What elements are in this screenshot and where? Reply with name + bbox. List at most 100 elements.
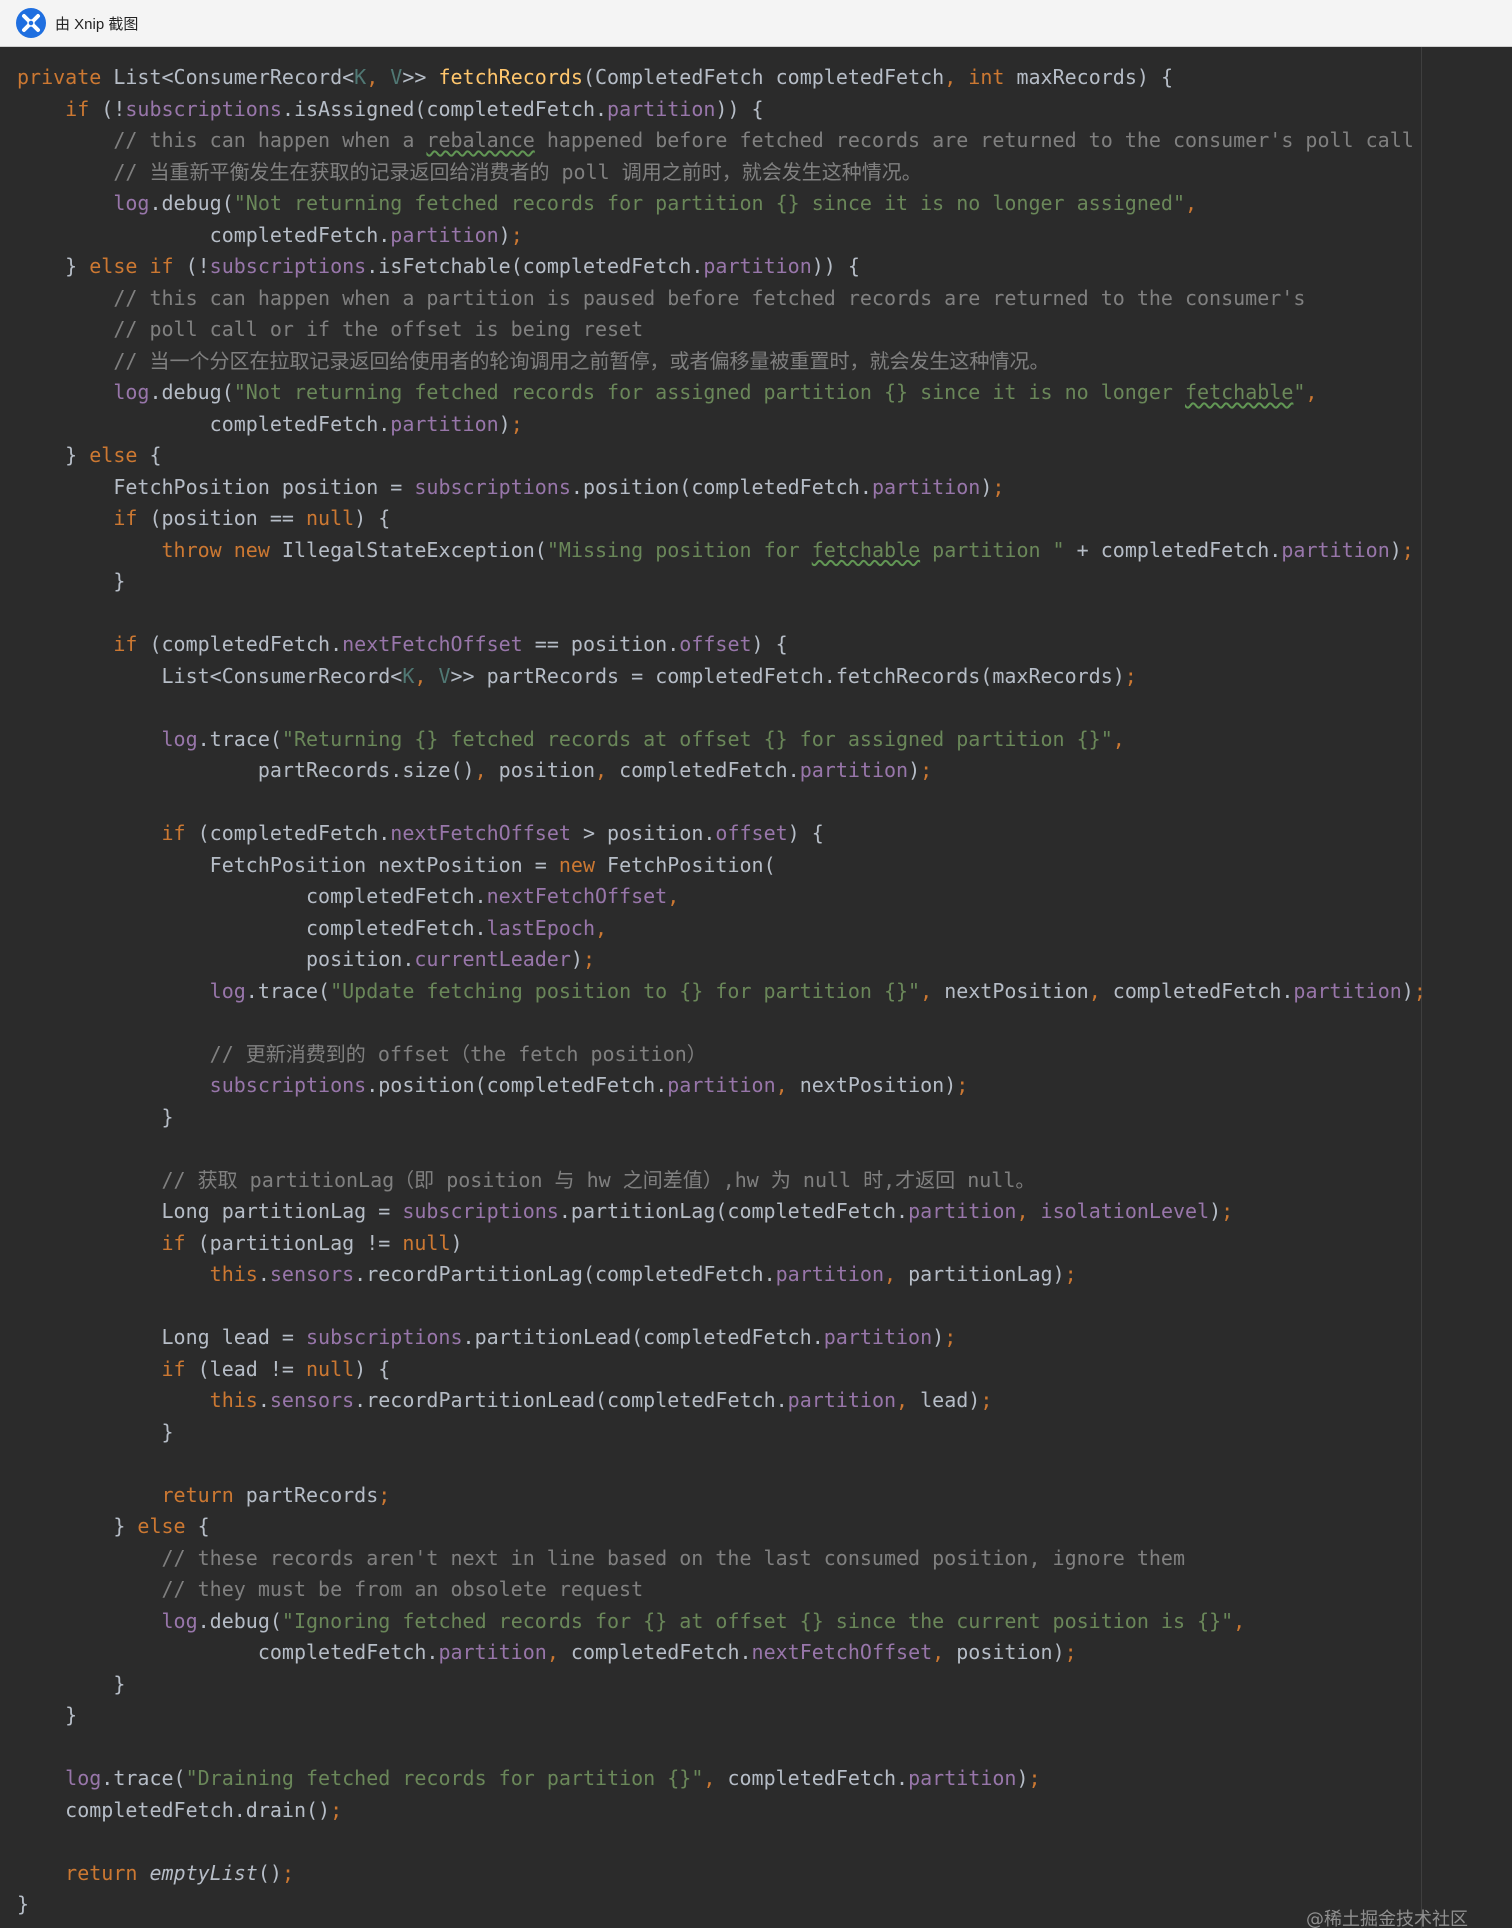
code-token: ; bbox=[956, 1073, 969, 1097]
code-token: ) { bbox=[787, 821, 824, 845]
code-token: (position == bbox=[149, 506, 306, 530]
code-token: partRecords bbox=[245, 1482, 379, 1507]
code-token: nextPosition) bbox=[799, 1073, 957, 1097]
code-line: List<ConsumerRecord<K, V>> partRecords =… bbox=[17, 661, 1426, 693]
code-token: null bbox=[306, 506, 355, 530]
code-token: )) { bbox=[715, 96, 764, 121]
code-token: (completedFetch. bbox=[197, 821, 391, 845]
code-token: .trace( bbox=[101, 1766, 186, 1790]
code-token: fetchRecords bbox=[438, 65, 583, 89]
code-token: partition bbox=[787, 1388, 897, 1412]
code-token: completedFetch. bbox=[17, 222, 391, 247]
code-token: ; bbox=[920, 758, 933, 782]
code-token: partition bbox=[908, 1766, 1017, 1790]
code-token: (! bbox=[185, 254, 210, 278]
code-line: } else { bbox=[17, 440, 1426, 472]
code-token: " bbox=[1293, 380, 1306, 404]
code-token: ) bbox=[570, 947, 583, 971]
code-line: log.trace("Returning {} fetched records … bbox=[17, 724, 1426, 756]
code-token: subscriptions bbox=[402, 1199, 559, 1223]
code-token: ; bbox=[1028, 1766, 1041, 1790]
code-token: partition bbox=[1293, 978, 1402, 1003]
code-token: ; bbox=[330, 1797, 343, 1822]
code-token: partition bbox=[438, 1640, 547, 1664]
code-token: // they must be from an obsolete request bbox=[17, 1577, 644, 1601]
code-token: , bbox=[667, 884, 680, 908]
code-token: null bbox=[306, 1356, 355, 1381]
code-token: , bbox=[414, 663, 439, 688]
code-token: FetchPosition( bbox=[607, 852, 776, 877]
code-line: // 获取 partitionLag（即 position 与 hw 之间差值）… bbox=[17, 1165, 1426, 1197]
code-token: fetchable bbox=[1185, 380, 1294, 404]
code-line: // these records aren't next in line bas… bbox=[17, 1543, 1426, 1575]
code-token: completedFetch. bbox=[17, 884, 487, 908]
code-token: ; bbox=[980, 1388, 993, 1412]
code-token: (lead != bbox=[197, 1356, 306, 1381]
code-line: this.sensors.recordPartitionLead(complet… bbox=[17, 1385, 1426, 1417]
code-line: throw new IllegalStateException("Missing… bbox=[17, 535, 1426, 567]
code-token: log bbox=[113, 380, 150, 404]
code-token: IllegalStateException( bbox=[281, 537, 547, 562]
code-line: completedFetch.partition); bbox=[17, 220, 1426, 252]
code-token: new bbox=[558, 852, 608, 877]
code-token: , bbox=[1233, 1608, 1246, 1633]
code-token: .partitionLag(completedFetch. bbox=[558, 1199, 909, 1223]
code-line: subscriptions.position(completedFetch.pa… bbox=[17, 1070, 1426, 1102]
code-token: if bbox=[161, 1356, 198, 1381]
code-token: nextFetchOffset bbox=[342, 632, 523, 656]
code-token: completedFetch. bbox=[17, 915, 487, 940]
code-token: ) { bbox=[354, 1356, 391, 1381]
code-token: FetchPosition nextPosition = bbox=[17, 852, 559, 877]
code-token: K bbox=[402, 663, 415, 688]
code-token: position) bbox=[956, 1640, 1065, 1664]
code-token: // this can happen when a partition is p… bbox=[17, 285, 1306, 310]
code-token: nextFetchOffset bbox=[486, 884, 668, 908]
code-token: fetchable bbox=[811, 537, 921, 562]
code-token: .position(completedFetch. bbox=[366, 1073, 668, 1097]
code-token: partitionLag) bbox=[908, 1262, 1065, 1286]
code-token: log bbox=[161, 1608, 198, 1633]
code-token: subscriptions bbox=[125, 96, 282, 121]
code-token: ) bbox=[908, 758, 921, 782]
code-line: } bbox=[17, 1889, 1426, 1921]
code-token: // 当重新平衡发生在获取的记录返回给消费者的 poll 调用之前时，就会发生这… bbox=[17, 159, 922, 184]
code-token: if bbox=[113, 632, 150, 656]
code-token: ; bbox=[1401, 537, 1414, 562]
code-token: )) { bbox=[811, 254, 860, 278]
code-token: } bbox=[17, 569, 126, 593]
code-line: log.trace("Update fetching position to {… bbox=[17, 976, 1426, 1008]
code-token: int bbox=[968, 65, 1017, 89]
code-token: , bbox=[546, 1640, 571, 1664]
code-line: // they must be from an obsolete request bbox=[17, 1574, 1426, 1606]
code-token: (completedFetch. bbox=[149, 632, 343, 656]
code-token: K bbox=[354, 65, 367, 89]
code-token: else if bbox=[89, 254, 186, 278]
code-token: if bbox=[65, 96, 102, 121]
code-token: rebalance bbox=[426, 128, 535, 152]
code-token: ) bbox=[498, 222, 511, 247]
code-token: partition bbox=[607, 96, 716, 121]
code-token: ; bbox=[992, 474, 1005, 499]
code-editor[interactable]: private List<ConsumerRecord<K, V>> fetch… bbox=[0, 47, 1512, 1928]
code-token: ; bbox=[510, 411, 523, 436]
code-token: } bbox=[17, 254, 90, 278]
code-token: null bbox=[402, 1230, 451, 1255]
code-line: // 更新消费到的 offset（the fetch position） bbox=[17, 1039, 1426, 1071]
code-token: emptyList bbox=[149, 1860, 258, 1885]
code-token: if bbox=[113, 506, 150, 530]
code-token: partition bbox=[775, 1262, 884, 1286]
code-token: ; bbox=[1413, 978, 1426, 1003]
code-token: nextFetchOffset bbox=[390, 821, 571, 845]
